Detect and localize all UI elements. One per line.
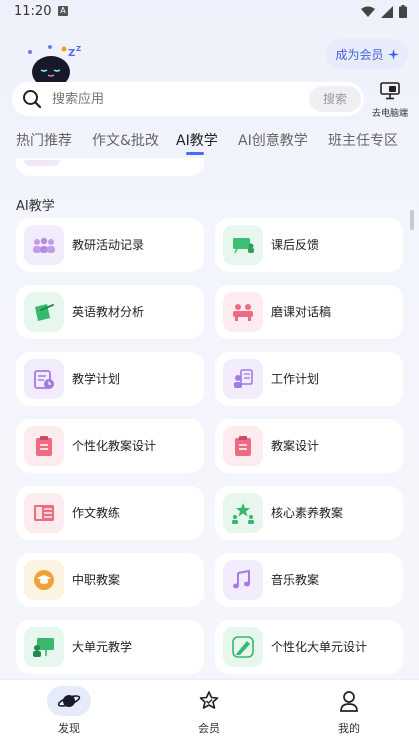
signal-icon (381, 5, 393, 18)
star-badge-icon (187, 686, 231, 716)
app-card-label: 工作计划 (271, 372, 320, 386)
app-card-label: 教学计划 (72, 372, 121, 386)
tab-hot[interactable]: 热门推荐 (16, 130, 72, 150)
svg-text:Z: Z (76, 45, 81, 53)
tab-class-teacher[interactable]: 班主任专区 (328, 130, 398, 150)
tab-indicator (186, 152, 204, 155)
app-card-label: 核心素养教案 (271, 506, 344, 520)
search-button[interactable]: 搜索 (309, 86, 361, 112)
scrollbar-thumb[interactable] (410, 210, 414, 230)
status-time: 11:20 (14, 4, 52, 19)
status-bar: 11:20 A (0, 0, 419, 24)
app-card[interactable]: 核心素养教案 (215, 486, 403, 540)
nav-mine-label: 我的 (338, 722, 360, 735)
become-vip-button[interactable]: 成为会员 (326, 39, 408, 69)
app-card-label: 大单元教学 (72, 640, 133, 654)
search-input[interactable] (50, 82, 294, 118)
search-icon (23, 90, 42, 109)
vip-label: 成为会员 (335, 47, 384, 62)
go-to-pc-button[interactable]: 去电脑端 (366, 82, 414, 119)
search-bar: 搜索 (12, 82, 364, 118)
app-card[interactable]: 磨课对话稿 (215, 285, 403, 339)
star-people-icon (223, 493, 263, 533)
nav-discover[interactable]: 发现 (19, 686, 119, 736)
wifi-icon (361, 6, 375, 17)
app-card[interactable]: 教学计划 (16, 352, 204, 406)
clipboard-icon (223, 426, 263, 466)
essay-icon (24, 493, 64, 533)
app-card-label: 中职教案 (72, 573, 121, 587)
category-tabs: 热门推荐 作文&批改 AI教学 AI创意教学 班主任专区 (0, 124, 419, 158)
sim-badge: A (58, 6, 68, 16)
app-card-label: 英语教材分析 (72, 305, 145, 319)
graduation-icon (24, 560, 64, 600)
app-card-label: 音乐教案 (271, 573, 320, 587)
svg-text:Z: Z (68, 48, 75, 59)
app-card[interactable]: 个性化大单元设计 (215, 620, 403, 674)
app-card-label: 个性化大单元设计 (271, 640, 368, 654)
app-card-label: 作文教练 (72, 506, 121, 520)
app-card-label: 教案设计 (271, 439, 320, 453)
planet-icon (47, 686, 91, 716)
tab-ai-teaching[interactable]: AI教学 (176, 130, 218, 150)
app-card[interactable]: 中职教案 (16, 553, 204, 607)
pen-design-icon (223, 627, 263, 667)
battery-icon (399, 5, 407, 18)
music-icon (223, 560, 263, 600)
app-card-label: 个性化教案设计 (72, 439, 157, 453)
nav-mine[interactable]: 我的 (299, 686, 399, 736)
app-card-label: 磨课对话稿 (271, 305, 332, 319)
app-card[interactable]: 作文教练 (16, 486, 204, 540)
monitor-icon (380, 82, 400, 100)
app-card[interactable]: 课后反馈 (215, 218, 403, 272)
nav-vip-label: 会员 (198, 722, 220, 735)
teacher-board-icon (24, 627, 64, 667)
tab-essay[interactable]: 作文&批改 (92, 130, 159, 150)
classroom-icon (223, 225, 263, 265)
plan-clock-icon (24, 359, 64, 399)
status-icons (361, 5, 407, 18)
book-pen-icon (24, 292, 64, 332)
app-card[interactable]: 音乐教案 (215, 553, 403, 607)
section-title: AI教学 (16, 199, 55, 214)
app-card[interactable]: 个性化教案设计 (16, 419, 204, 473)
group-icon (24, 225, 64, 265)
app-card[interactable]: 教研活动记录 (16, 218, 204, 272)
bottom-nav: 发现 会员 我的 (0, 679, 419, 745)
tab-ai-creative[interactable]: AI创意教学 (238, 130, 308, 150)
app-card[interactable]: 工作计划 (215, 352, 403, 406)
app-card[interactable]: 教案设计 (215, 419, 403, 473)
user-icon (327, 686, 371, 716)
mascot-icon: Z Z (28, 45, 81, 86)
previous-card-fragment (16, 158, 204, 176)
go-to-pc-label: 去电脑端 (371, 109, 408, 119)
app-card-label: 教研活动记录 (72, 238, 145, 252)
app-card-label: 课后反馈 (271, 238, 320, 252)
clipboard-icon (24, 426, 64, 466)
app-card[interactable]: 大单元教学 (16, 620, 204, 674)
app-card[interactable]: 英语教材分析 (16, 285, 204, 339)
nav-discover-label: 发现 (58, 722, 80, 735)
sparkle-icon (387, 48, 399, 60)
work-plan-icon (223, 359, 263, 399)
dialogue-icon (223, 292, 263, 332)
nav-vip[interactable]: 会员 (159, 686, 259, 736)
